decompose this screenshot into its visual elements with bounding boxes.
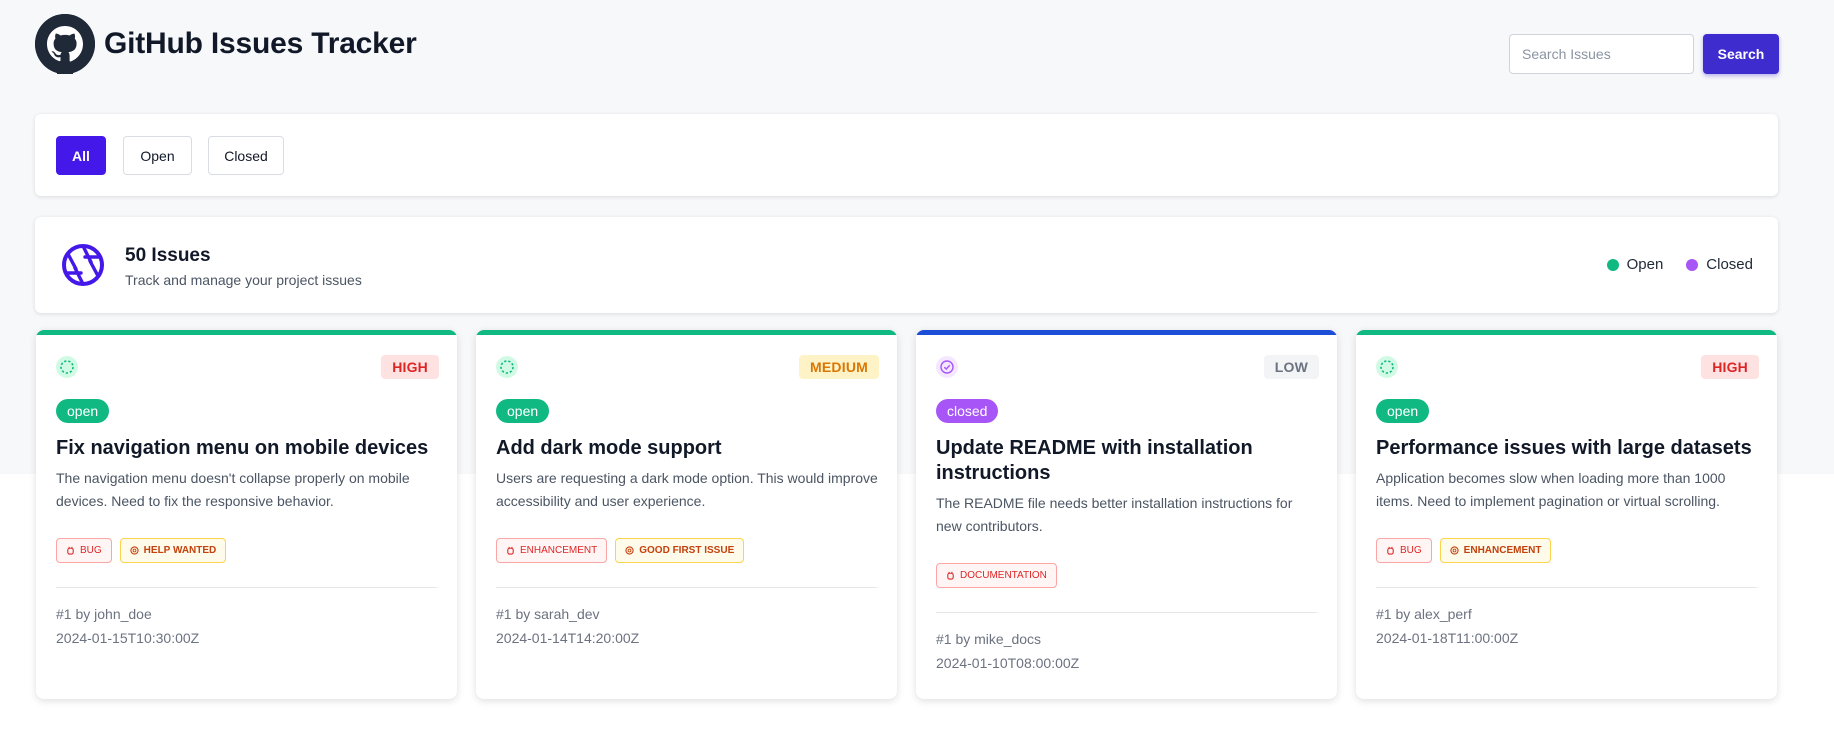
issue-labels: DOCUMENTATION: [936, 563, 1065, 588]
issue-description: Application becomes slow when loading mo…: [1376, 470, 1726, 509]
label-text: ENHANCEMENT: [520, 545, 598, 556]
issue-title[interactable]: Fix navigation menu on mobile devices: [56, 436, 441, 461]
label-tag[interactable]: BUG: [1376, 538, 1432, 563]
issue-created-date: 2024-01-14T14:20:00Z: [496, 630, 640, 646]
label-text: GOOD FIRST ISSUE: [639, 545, 735, 556]
filter-closed-button[interactable]: Closed: [208, 136, 284, 175]
search-input[interactable]: [1509, 34, 1694, 74]
aperture-icon: [61, 243, 105, 287]
issue-created-date: 2024-01-15T10:30:00Z: [56, 630, 200, 646]
search-button[interactable]: Search: [1703, 34, 1779, 74]
bug-icon: [947, 571, 954, 580]
open-dot-icon: [1606, 258, 1619, 271]
card-divider: [936, 612, 1317, 613]
search-bar: Search: [1509, 34, 1779, 74]
github-logo-icon: [35, 14, 95, 74]
issue-card[interactable]: HIGH open Fix navigation menu on mobile …: [36, 330, 457, 699]
filter-bar: All Open Closed: [35, 114, 1778, 196]
issue-card[interactable]: LOW closed Update README with installati…: [916, 330, 1337, 699]
status-legend: Open Closed: [1584, 256, 1753, 273]
bug-icon: [1387, 546, 1394, 555]
card-status-bar: [1356, 330, 1777, 335]
help-icon: [1450, 546, 1459, 555]
issue-card[interactable]: MEDIUM open Add dark mode support Users …: [476, 330, 897, 699]
label-tag[interactable]: DOCUMENTATION: [936, 563, 1057, 588]
card-status-bar: [36, 330, 457, 335]
issue-labels: BUG ENHANCEMENT: [1376, 538, 1559, 563]
issues-count: 50 Issues: [125, 245, 211, 266]
issue-labels: ENHANCEMENT GOOD FIRST ISSUE: [496, 538, 752, 563]
issue-created-date: 2024-01-18T11:00:00Z: [1376, 630, 1519, 646]
issue-description: The README file needs better installatio…: [936, 495, 1293, 534]
card-divider: [496, 587, 877, 588]
filter-all-button[interactable]: All: [56, 136, 106, 175]
legend-label: Open: [1626, 256, 1664, 273]
issue-labels: BUG HELP WANTED: [56, 538, 234, 563]
card-divider: [1376, 587, 1757, 588]
open-issue-icon: [56, 356, 78, 378]
issue-number-author: #1 by john_doe: [56, 606, 152, 622]
priority-badge: LOW: [1263, 355, 1319, 379]
legend-label: Closed: [1706, 256, 1753, 273]
closed-issue-icon: [936, 356, 958, 378]
priority-badge: HIGH: [381, 355, 439, 379]
status-badge: open: [496, 399, 550, 423]
issue-title[interactable]: Add dark mode support: [496, 436, 881, 461]
priority-badge: HIGH: [1701, 355, 1759, 379]
card-status-bar: [476, 330, 897, 335]
issue-title[interactable]: Performance issues with large datasets: [1376, 436, 1761, 461]
issues-tracker-page: GitHub Issues Tracker Search All Open Cl…: [0, 0, 1834, 731]
status-badge: open: [56, 399, 110, 423]
label-tag[interactable]: BUG: [56, 538, 112, 563]
status-badge: open: [1376, 399, 1430, 423]
open-issue-icon: [496, 356, 518, 378]
bug-icon: [67, 546, 74, 555]
label-tag[interactable]: ENHANCEMENT: [1439, 538, 1552, 563]
priority-badge: MEDIUM: [799, 355, 879, 379]
legend-closed: Closed: [1686, 256, 1753, 273]
filter-open-button[interactable]: Open: [123, 136, 192, 175]
card-divider: [56, 587, 437, 588]
issue-description: Users are requesting a dark mode option.…: [496, 470, 878, 509]
label-tag[interactable]: HELP WANTED: [119, 538, 227, 563]
app-title: GitHub Issues Tracker: [104, 27, 417, 60]
app-header: GitHub Issues Tracker: [35, 14, 417, 74]
label-text: BUG: [1400, 545, 1422, 556]
bug-icon: [507, 546, 514, 555]
label-text: ENHANCEMENT: [1463, 545, 1542, 556]
issues-subtitle: Track and manage your project issues: [125, 272, 362, 288]
open-issue-icon: [1376, 356, 1398, 378]
issue-description: The navigation menu doesn't collapse pro…: [56, 470, 410, 509]
label-tag[interactable]: ENHANCEMENT: [496, 538, 608, 563]
help-icon: [130, 546, 139, 555]
status-badge: closed: [936, 399, 999, 423]
issue-number-author: #1 by alex_perf: [1376, 606, 1472, 622]
issue-number-author: #1 by mike_docs: [936, 631, 1042, 647]
label-text: HELP WANTED: [143, 545, 217, 556]
issue-number-author: #1 by sarah_dev: [496, 606, 600, 622]
issues-summary: 50 Issues Track and manage your project …: [35, 217, 1778, 313]
label-tag[interactable]: GOOD FIRST ISSUE: [615, 538, 745, 563]
issue-title[interactable]: Update README with installation instruct…: [936, 436, 1321, 486]
legend-open: Open: [1606, 256, 1664, 273]
closed-dot-icon: [1686, 258, 1699, 271]
issue-card[interactable]: HIGH open Performance issues with large …: [1356, 330, 1777, 699]
label-text: DOCUMENTATION: [960, 570, 1047, 581]
card-status-bar: [916, 330, 1337, 335]
help-icon: [625, 546, 634, 555]
label-text: BUG: [80, 545, 102, 556]
issue-created-date: 2024-01-10T08:00:00Z: [936, 655, 1080, 671]
